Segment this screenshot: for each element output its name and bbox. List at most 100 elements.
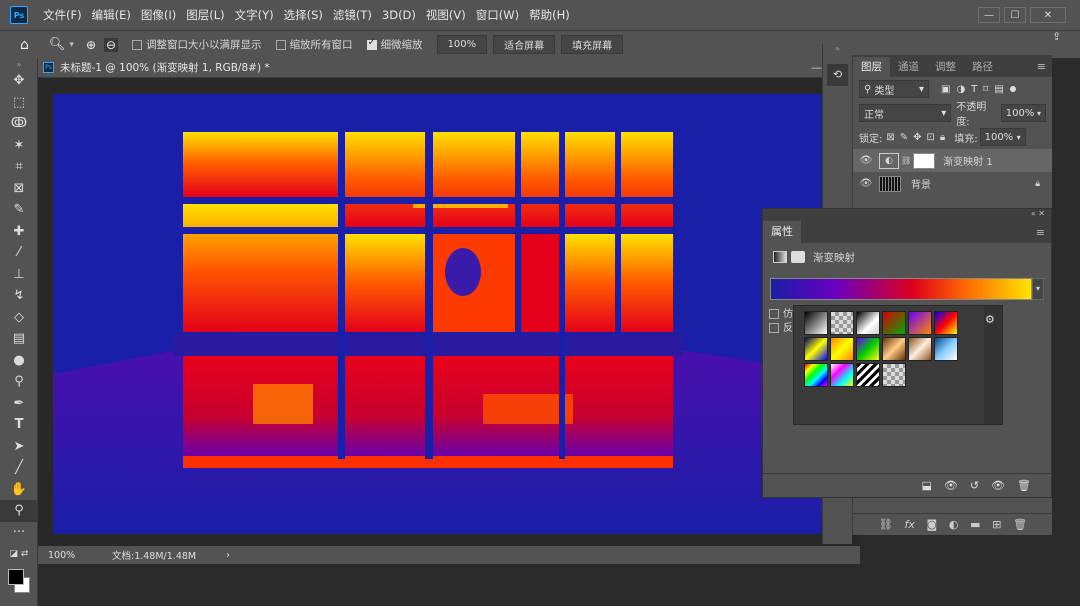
gradient-swatch[interactable]: [856, 337, 880, 361]
fx-icon[interactable]: fx: [904, 518, 914, 531]
gradient-swatch[interactable]: [934, 311, 958, 335]
home-icon[interactable]: ⌂: [20, 37, 29, 53]
link-icon[interactable]: ⛓: [901, 156, 911, 165]
more-tools-icon[interactable]: ···: [0, 522, 38, 544]
color-swatches[interactable]: [0, 565, 37, 595]
checkbox-checked-icon[interactable]: [366, 37, 377, 50]
new-group-icon[interactable]: ▬: [970, 518, 980, 531]
healing-brush-icon[interactable]: ✚: [0, 221, 38, 243]
gradient-swatch[interactable]: [804, 363, 828, 387]
gradient-map-icon[interactable]: [773, 251, 787, 263]
hand-tool-icon[interactable]: ✋: [0, 479, 38, 501]
gradient-swatch[interactable]: [934, 337, 958, 361]
type-tool-icon[interactable]: T: [0, 414, 38, 436]
move-tool-icon[interactable]: ✥: [0, 70, 38, 92]
zoom-tool-icon[interactable]: ⚲: [0, 500, 38, 522]
menu-help[interactable]: 帮助(H): [524, 7, 575, 23]
gradient-swatch[interactable]: [804, 337, 828, 361]
menu-layer[interactable]: 图层(L): [181, 7, 229, 23]
add-mask-icon[interactable]: ◙: [927, 518, 938, 531]
layer-filter-select[interactable]: ⚲ 类型 ▾: [859, 80, 929, 98]
visibility-eye-icon[interactable]: 👁︎: [991, 479, 1005, 492]
menu-type[interactable]: 文字(Y): [230, 7, 279, 23]
checkbox-icon[interactable]: [769, 323, 779, 333]
close-button[interactable]: ✕: [1030, 7, 1066, 23]
restore-button[interactable]: ☐: [1004, 7, 1026, 23]
expand-icon[interactable]: »: [823, 44, 852, 56]
collapse-icon[interactable]: »: [0, 58, 38, 70]
brush-tool-icon[interactable]: ⁄: [0, 242, 38, 264]
frame-tool-icon[interactable]: ⊠: [0, 178, 38, 200]
foreground-color-swatch[interactable]: [8, 568, 24, 585]
fill-screen-button[interactable]: 填充屏幕: [561, 35, 624, 54]
layer-mask-thumbnail[interactable]: [913, 152, 936, 169]
eraser-icon[interactable]: ◇: [0, 307, 38, 329]
collapse-icon[interactable]: «: [1031, 209, 1036, 218]
menu-window[interactable]: 窗口(W): [471, 7, 524, 23]
opacity-field[interactable]: 100% ▾: [1000, 104, 1046, 122]
layer-name[interactable]: 背景: [911, 176, 931, 191]
pen-tool-icon[interactable]: ✒: [0, 393, 38, 415]
new-adjustment-icon[interactable]: ◐: [949, 518, 959, 531]
filter-toggle-icon[interactable]: [1009, 86, 1016, 92]
tab-channels[interactable]: 通道: [890, 57, 927, 77]
fill-field[interactable]: 100% ▾: [979, 128, 1026, 146]
canvas-image[interactable]: [53, 94, 835, 534]
clip-to-layer-icon[interactable]: ⬓: [921, 479, 931, 492]
gradient-tool-icon[interactable]: ▤: [0, 328, 38, 350]
marquee-tool-icon[interactable]: ⬚: [0, 92, 38, 114]
blur-tool-icon[interactable]: ●: [0, 350, 38, 372]
scrubby-zoom-checkbox[interactable]: 细微缩放: [366, 37, 423, 52]
checkbox-icon[interactable]: [132, 39, 143, 50]
checkbox-icon[interactable]: [275, 39, 286, 50]
tab-adjustments[interactable]: 调整: [927, 57, 964, 77]
gradient-bar[interactable]: [770, 278, 1032, 300]
trash-icon[interactable]: 🗑︎: [1013, 518, 1027, 531]
panel-menu-icon[interactable]: ≡: [1036, 226, 1045, 239]
checkbox-icon[interactable]: [769, 309, 779, 319]
visibility-eye-icon[interactable]: 👁︎: [857, 178, 875, 189]
filter-icons[interactable]: ▣◑T⌑▤: [941, 84, 1010, 95]
layer-row[interactable]: 👁︎ ◐ ⛓ 渐变映射 1: [853, 149, 1052, 172]
gradient-swatch[interactable]: [908, 311, 932, 335]
gradient-swatch[interactable]: [804, 311, 828, 335]
blend-mode-select[interactable]: 正常 ▾: [859, 104, 952, 122]
chevron-down-icon[interactable]: ▾: [69, 40, 74, 50]
doc-minimize-icon[interactable]: —: [811, 61, 822, 74]
lasso-tool-icon[interactable]: ↂ: [0, 113, 38, 135]
visibility-eye-icon[interactable]: 👁︎: [857, 155, 875, 166]
gradient-swatch[interactable]: [830, 337, 854, 361]
menu-3d[interactable]: 3D(D): [377, 8, 421, 22]
reset-icon[interactable]: ↺: [970, 479, 979, 492]
tab-properties[interactable]: 属性: [763, 221, 801, 243]
reverse-option[interactable]: 反: [769, 319, 793, 334]
path-select-icon[interactable]: ➤: [0, 436, 38, 458]
status-zoom[interactable]: 100%: [48, 550, 98, 561]
close-icon[interactable]: ✕: [1038, 209, 1045, 218]
gradient-swatch[interactable]: [882, 311, 906, 335]
dither-option[interactable]: 仿: [769, 305, 793, 320]
resize-windows-checkbox[interactable]: 调整窗口大小以满屏显示: [132, 37, 262, 52]
tab-paths[interactable]: 路径: [964, 57, 1001, 77]
menu-select[interactable]: 选择(S): [279, 7, 328, 23]
stamp-tool-icon[interactable]: ⊥: [0, 264, 38, 286]
layer-name[interactable]: 渐变映射 1: [943, 153, 993, 168]
gradient-swatch[interactable]: [856, 363, 880, 387]
zoom-all-checkbox[interactable]: 缩放所有窗口: [275, 37, 353, 52]
menu-view[interactable]: 视图(V): [421, 7, 471, 23]
status-arrow-icon[interactable]: ›: [226, 550, 230, 561]
gradient-dropdown-icon[interactable]: ▾: [1032, 278, 1044, 300]
zoom-tool-icon[interactable]: 🔍︎: [49, 37, 66, 52]
layer-row[interactable]: 👁︎ 背景 🔒︎: [853, 172, 1052, 195]
view-previous-icon[interactable]: 👁︎: [944, 479, 958, 492]
gear-icon[interactable]: ⚙: [985, 313, 995, 326]
gradient-swatch[interactable]: [830, 363, 854, 387]
trash-icon[interactable]: 🗑︎: [1017, 479, 1031, 492]
gradient-swatch[interactable]: [856, 311, 880, 335]
gradient-swatch[interactable]: [908, 337, 932, 361]
dodge-tool-icon[interactable]: ⚲: [0, 371, 38, 393]
eyedropper-icon[interactable]: ✎: [0, 199, 38, 221]
mask-icon[interactable]: [791, 251, 805, 263]
crop-tool-icon[interactable]: ⌗: [0, 156, 38, 178]
zoom-out-icon[interactable]: ⊖: [104, 37, 119, 52]
